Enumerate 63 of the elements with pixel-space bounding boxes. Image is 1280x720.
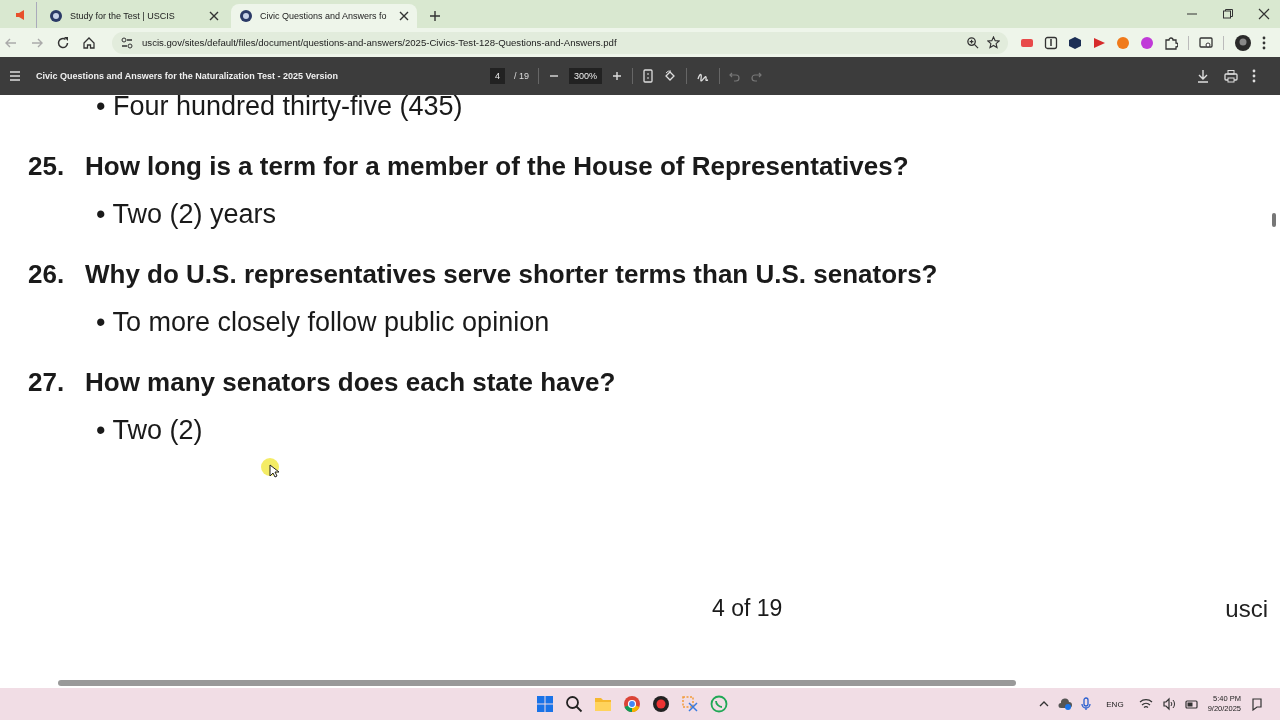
seal-icon (239, 9, 253, 23)
redo-icon[interactable] (750, 70, 763, 82)
answer-text: • To more closely follow public opinion (96, 306, 550, 338)
question-number: 26. (28, 258, 66, 290)
more-options-icon[interactable] (1252, 69, 1256, 83)
extension-icon[interactable] (1044, 35, 1058, 50)
answer-text: • Four hundred thirty-five (435) (96, 95, 463, 122)
cloud-icon[interactable] (1058, 697, 1073, 711)
wifi-icon[interactable] (1138, 697, 1153, 711)
chrome-icon[interactable] (623, 695, 641, 713)
question-number: 25. (28, 150, 66, 182)
answer-text: • Two (2) (96, 414, 203, 446)
home-icon[interactable] (82, 35, 96, 50)
page-total: / 19 (514, 71, 530, 81)
fit-page-icon[interactable] (642, 69, 655, 83)
question-text: How many senators does each state have? (85, 366, 616, 398)
site-settings-icon[interactable] (120, 35, 134, 50)
question-number: 27. (28, 366, 66, 398)
extension-icon[interactable] (1068, 35, 1082, 50)
url-text: uscis.gov/sites/default/files/document/questions-and-answers/2025-Civics-Test-128-Questions-and-Answers.pdf (142, 37, 617, 48)
question-text: How long is a term for a member of the House of Representatives? (85, 150, 909, 182)
bookmark-star-icon[interactable] (987, 36, 1000, 49)
browser-tab[interactable]: Study for the Test | USCIS (41, 4, 227, 28)
windows-start-icon[interactable] (536, 695, 554, 713)
close-icon[interactable] (1258, 8, 1270, 20)
zoom-in-icon[interactable] (611, 70, 624, 82)
reload-icon[interactable] (56, 35, 70, 50)
language-indicator[interactable]: ENG (1106, 699, 1124, 709)
menu-dots-icon[interactable] (1262, 35, 1266, 50)
footer-logo-text: usci (1225, 595, 1268, 623)
address-field[interactable]: uscis.gov/sites/default/files/document/questions-and-answers/2025-Civics-Test-128-Questions-and-Answers.pdf (112, 31, 1008, 54)
browser-tab[interactable]: Civic Questions and Answers fo (231, 4, 417, 28)
zoom-icon[interactable] (966, 36, 979, 49)
print-icon[interactable] (1224, 69, 1238, 83)
record-icon[interactable] (652, 695, 670, 713)
zoom-field[interactable]: 300% (569, 68, 603, 84)
scrollbar-thumb[interactable] (1272, 213, 1276, 227)
tab-title: Study for the Test | USCIS (70, 11, 176, 21)
snipping-tool-icon[interactable] (681, 695, 699, 713)
menu-icon[interactable] (8, 69, 22, 83)
tab-title: Civic Questions and Answers fo (260, 11, 388, 21)
volume-icon[interactable] (1161, 697, 1176, 711)
download-icon[interactable] (1196, 69, 1210, 83)
search-icon[interactable] (565, 695, 583, 713)
restore-icon[interactable] (1222, 8, 1234, 20)
answer-text: • Two (2) years (96, 198, 276, 230)
close-icon[interactable] (399, 11, 409, 21)
extensions-puzzle-icon[interactable] (1164, 35, 1178, 50)
document-title: Civic Questions and Answers for the Naturalization Test - 2025 Version (36, 71, 340, 81)
notifications-icon[interactable] (1250, 697, 1264, 711)
scrollbar-thumb[interactable] (58, 680, 1016, 686)
undo-icon[interactable] (729, 70, 742, 82)
profile-avatar-icon[interactable] (1234, 33, 1252, 52)
microphone-icon[interactable] (1081, 697, 1092, 711)
tab-search-icon[interactable] (1199, 35, 1213, 50)
seal-icon (49, 9, 63, 23)
chevron-up-icon[interactable] (1039, 699, 1050, 709)
page-footer-number: 4 of 19 (712, 595, 783, 622)
question-text: Why do U.S. representatives serve shorter terms than U.S. senators? (85, 258, 938, 290)
close-icon[interactable] (209, 11, 219, 21)
page-number-field[interactable]: 4 (490, 68, 505, 84)
battery-icon[interactable] (1184, 697, 1199, 711)
new-tab-icon[interactable] (429, 10, 441, 22)
